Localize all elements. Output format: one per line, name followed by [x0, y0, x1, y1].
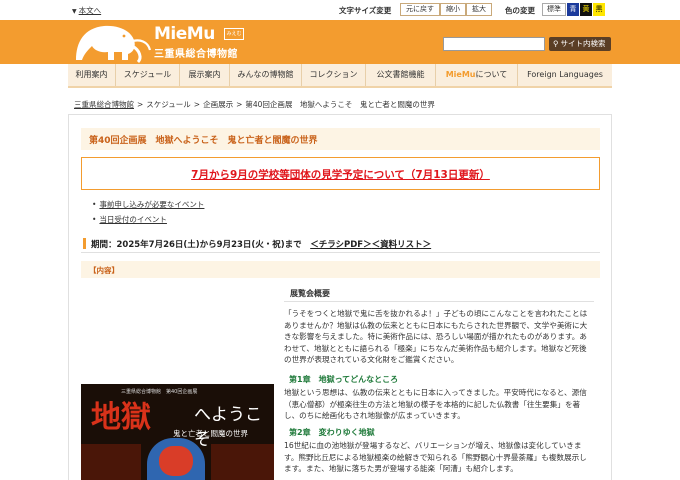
site-logo[interactable]: MieMu みえむ 三重県総合博物館 [70, 20, 248, 64]
font-size-label: 文字サイズ変更 [339, 6, 392, 15]
event-link-reservation[interactable]: 事前申し込みが必要なイベント [99, 200, 204, 209]
color-standard-button[interactable]: 標準 [542, 3, 566, 16]
breadcrumb-schedule[interactable]: スケジュール [146, 100, 190, 109]
font-size-larger-button[interactable]: 拡大 [466, 3, 492, 16]
breadcrumb-exhibit[interactable]: 企画展示 [203, 100, 233, 109]
logo-reading: みえむ [224, 28, 244, 40]
nav-item-everyones-museum[interactable]: みんなの博物館 [230, 64, 302, 86]
skip-to-content-link[interactable]: ▼ 本文へ [72, 5, 101, 16]
chapter-1-heading: 第1章 地獄ってどんなところ [289, 375, 399, 384]
mammoth-icon [76, 25, 152, 64]
nav-item-collection[interactable]: コレクション [302, 64, 366, 86]
poster-tagline: 鬼と亡者と閻魔の世界 [173, 429, 248, 438]
breadcrumb: 三重県総合博物館 > スケジュール > 企画展示 > 第40回企画展 地獄へようこそ 鬼と亡… [74, 100, 435, 109]
group-visit-notice-link[interactable]: 7月から9月の学校等団体の見学予定について（7月13日更新） [191, 167, 490, 182]
exhibition-period: 期間：2025年7月26日(土)から9月23日(火・祝)まで ＜チラシPDF＞＜… [81, 234, 600, 253]
materials-list-link[interactable]: ＜資料リスト＞ [372, 240, 432, 250]
page-title: 第40回企画展 地獄へようこそ 鬼と亡者と閻魔の世界 [89, 136, 318, 146]
event-link-list: • 事前申し込みが必要なイベント • 当日受付のイベント [92, 199, 204, 229]
list-item: • 事前申し込みが必要なイベント [92, 200, 205, 209]
font-size-reset-button[interactable]: 元に戻す [400, 3, 440, 16]
exhibition-poster: 三重県総合博物館 第40回企画展 地獄 へようこそ 鬼と亡者と閻魔の世界 [81, 384, 274, 480]
overview-intro: 「うそをつくと地獄で鬼に舌を抜かれるよ！」子どもの頃にこんなことを言われたことは… [284, 309, 588, 364]
nav-item-exhibits[interactable]: 展示案内 [180, 64, 230, 86]
color-blue-button[interactable]: 青 [567, 3, 579, 16]
content-section-label: 【内容】 [89, 266, 119, 275]
chapter-1-text: 地獄という思想は、仏教の伝来とともに日本に入ってきました。平安時代になると、源信… [284, 388, 587, 420]
chapter-2-heading: 第2章 変わりゆく地獄 [289, 428, 375, 437]
color-black-button[interactable]: 黒 [593, 3, 605, 16]
content-section-bar: 【内容】 [81, 261, 600, 278]
period-text: 期間：2025年7月26日(土)から9月23日(火・祝)まで [91, 240, 311, 250]
overview-divider [284, 301, 594, 302]
notice-box: 7月から9月の学校等団体の見学予定について（7月13日更新） [81, 157, 600, 190]
utility-bar: ▼ 本文へ 文字サイズ変更 元に戻す 縮小 拡大 色の変更 標準 青 黄 黒 [0, 0, 680, 20]
chevron-down-icon: ▼ [72, 8, 77, 15]
event-link-same-day[interactable]: 当日受付のイベント [99, 215, 167, 224]
nav-item-guide[interactable]: 利用案内 [68, 64, 116, 86]
search-icon: ⚲ [553, 39, 559, 48]
nav-item-about[interactable]: MieMuについて [436, 64, 518, 86]
breadcrumb-current: 第40回企画展 地獄へようこそ 鬼と亡者と閻魔の世界 [245, 100, 435, 109]
font-size-smaller-button[interactable]: 縮小 [440, 3, 466, 16]
list-item: • 当日受付のイベント [92, 215, 167, 224]
site-search-input[interactable] [443, 37, 545, 51]
global-nav: 利用案内 スケジュール 展示案内 みんなの博物館 コレクション 公文書館機能 M… [68, 64, 612, 88]
chapter-2-text: 16世紀に血の池地獄が登場するなど、バリエーションが増え、地獄像は変化していきま… [284, 441, 587, 473]
poster-title-main: 地獄 [91, 400, 151, 435]
color-change-label: 色の変更 [505, 6, 535, 15]
nav-item-foreign-languages[interactable]: Foreign Languages [518, 64, 612, 86]
logo-japanese-name: 三重県総合博物館 [154, 49, 238, 60]
page-title-bar: 第40回企画展 地獄へようこそ 鬼と亡者と閻魔の世界 [81, 128, 600, 150]
color-yellow-button[interactable]: 黄 [580, 3, 592, 16]
site-header: MieMu みえむ 三重県総合博物館 ⚲ サイト内検索 [0, 20, 680, 64]
nav-item-archives[interactable]: 公文書館機能 [366, 64, 436, 86]
nav-item-schedule[interactable]: スケジュール [116, 64, 180, 86]
poster-title-kana: へようこそ [194, 405, 262, 450]
period-marker [83, 238, 86, 249]
overview-heading: 展覧会概要 [290, 289, 330, 298]
logo-wordmark: MieMu [154, 24, 215, 44]
flyer-pdf-link[interactable]: ＜チラシPDF＞ [310, 240, 371, 250]
breadcrumb-home[interactable]: 三重県総合博物館 [74, 100, 134, 109]
site-search-button[interactable]: ⚲ サイト内検索 [549, 37, 611, 51]
